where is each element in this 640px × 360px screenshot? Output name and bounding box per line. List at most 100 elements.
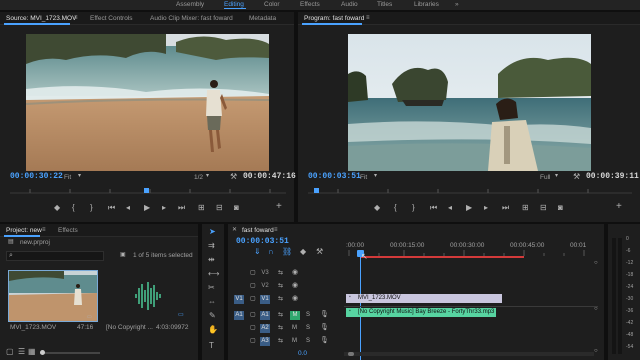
panel-menu-icon[interactable]: ≡ [74, 15, 78, 21]
program-timecode[interactable]: 00:00:03:51 [308, 172, 361, 181]
lock-icon[interactable]: ▢ [250, 270, 256, 276]
chevron-down-icon[interactable]: ▾ [374, 173, 377, 179]
step-back-icon[interactable]: ◂ [448, 204, 452, 212]
camera-icon[interactable]: ◙ [558, 204, 563, 212]
source-patch-a1[interactable]: A1 [234, 311, 244, 320]
mute-button[interactable]: M [292, 325, 297, 331]
workspace-color[interactable]: Color [264, 1, 280, 8]
lock-icon[interactable]: ▢ [6, 348, 14, 356]
workspace-titles[interactable]: Titles [377, 1, 392, 8]
horizontal-scrollbar[interactable] [344, 352, 594, 356]
audio-clip[interactable]: [No Copyright Music] Bay Breeze - FortyT… [346, 308, 496, 317]
wrench-icon[interactable]: ⚒ [316, 248, 323, 256]
close-icon[interactable]: ✕ [232, 227, 237, 233]
tab-metadata[interactable]: Metadata [249, 15, 276, 22]
scroll-handle-icon[interactable]: ○ [594, 348, 598, 354]
track-target-a3[interactable]: A3 [260, 337, 270, 346]
sync-lock-icon[interactable]: ⇆ [278, 270, 283, 276]
track-target-v2[interactable]: V2 [260, 282, 270, 291]
lock-icon[interactable]: ▢ [250, 312, 256, 318]
wrench-icon[interactable]: ⚒ [573, 173, 580, 181]
rate-stretch-tool-icon[interactable]: ⟷ [208, 270, 219, 278]
workspace-effects[interactable]: Effects [300, 1, 320, 8]
camera-icon[interactable]: ◙ [234, 204, 239, 212]
workspace-editing[interactable]: Editing [224, 1, 244, 8]
project-item-audio-thumbnail[interactable]: ▭ [106, 270, 192, 322]
video-clip[interactable]: MVI_1723.MOV [346, 294, 502, 303]
selection-tool-icon[interactable]: ➤ [209, 228, 216, 236]
source-patch-v1[interactable]: V1 [234, 295, 244, 304]
add-marker-icon[interactable]: ◆ [374, 204, 380, 212]
solo-button[interactable]: S [306, 312, 310, 318]
mark-in-icon[interactable]: { [72, 204, 75, 212]
mark-in-icon[interactable]: { [394, 204, 397, 212]
program-video-frame[interactable] [348, 34, 591, 171]
chevron-down-icon[interactable]: ▾ [555, 173, 558, 179]
add-marker-icon[interactable]: ◆ [54, 204, 60, 212]
scroll-handle-icon[interactable]: ○ [594, 260, 598, 266]
eye-icon[interactable]: ◉ [292, 269, 298, 276]
add-button-icon[interactable]: + [276, 202, 282, 212]
work-area-bar[interactable] [360, 256, 524, 258]
pen-tool-icon[interactable]: ✎ [209, 312, 216, 320]
workspace-audio[interactable]: Audio [341, 1, 358, 8]
hand-tool-icon[interactable]: ✋ [208, 326, 218, 334]
tab-audio-clip-mixer[interactable]: Audio Clip Mixer: fast foward [150, 15, 233, 22]
source-resolution-select[interactable]: 1/2 [194, 174, 203, 181]
chevron-down-icon[interactable]: ▾ [206, 173, 209, 179]
panel-menu-icon[interactable]: ≡ [42, 227, 46, 233]
project-search-input[interactable]: ⌕ [6, 251, 104, 261]
source-video-frame[interactable] [26, 34, 269, 171]
add-marker-icon[interactable]: ◆ [300, 248, 306, 256]
program-playhead[interactable] [314, 188, 319, 193]
extract-icon[interactable]: ⊟ [540, 204, 547, 212]
go-to-in-icon[interactable]: ⏮ [108, 204, 115, 212]
mute-button[interactable]: M [292, 338, 297, 344]
zoom-slider[interactable] [40, 352, 100, 354]
linked-selection-icon[interactable]: ⛓ [282, 248, 292, 256]
scroll-handle-icon[interactable]: ○ [594, 306, 598, 312]
step-forward-icon[interactable]: ▸ [484, 204, 488, 212]
add-button-icon[interactable]: + [616, 202, 622, 212]
sync-lock-icon[interactable]: ⇆ [278, 283, 283, 289]
program-resolution-select[interactable]: Full [540, 174, 550, 181]
lift-icon[interactable]: ⊞ [522, 204, 529, 212]
solo-button[interactable]: S [306, 325, 310, 331]
overwrite-icon[interactable]: ⊟ [216, 204, 223, 212]
insert-icon[interactable]: ⊞ [198, 204, 205, 212]
slip-tool-icon[interactable]: ⇔ [208, 298, 216, 306]
mute-button[interactable]: M [290, 311, 300, 320]
tab-sequence[interactable]: fast foward [242, 227, 274, 234]
sync-lock-icon[interactable]: ⇆ [278, 325, 283, 331]
source-timecode[interactable]: 00:00:30:22 [10, 172, 63, 181]
bin-icon[interactable]: ▣ [120, 252, 126, 258]
workspace-assembly[interactable]: Assembly [176, 1, 204, 8]
microphone-icon[interactable]: 🎙 [320, 311, 329, 318]
play-icon[interactable]: ▶ [144, 204, 150, 212]
step-forward-icon[interactable]: ▸ [162, 204, 166, 212]
sync-lock-icon[interactable]: ⇆ [278, 296, 283, 302]
list-view-icon[interactable]: ☰ [18, 348, 25, 356]
go-to-out-icon[interactable]: ⏭ [178, 204, 185, 212]
nest-toggle-icon[interactable]: ⇓ [254, 248, 261, 256]
tab-program[interactable]: Program: fast foward [304, 15, 364, 22]
lock-icon[interactable]: ▢ [250, 338, 256, 344]
project-item-video-thumbnail[interactable]: ▭ [8, 270, 98, 322]
master-volume-value[interactable]: 0.0 [298, 350, 307, 357]
source-playhead[interactable] [144, 188, 149, 193]
timeline-ruler[interactable]: :00:00 00:00:15:00 00:00:30:00 00:00:45:… [344, 240, 604, 262]
tab-project[interactable]: Project: new [6, 227, 42, 234]
zoom-slider-handle[interactable] [40, 350, 45, 355]
eye-icon[interactable]: ◉ [292, 295, 298, 302]
mark-out-icon[interactable]: } [412, 204, 415, 212]
snap-icon[interactable]: ∩ [268, 248, 274, 256]
ripple-edit-tool-icon[interactable]: ⇹ [208, 256, 215, 264]
panel-menu-icon[interactable]: ≡ [274, 227, 278, 233]
play-icon[interactable]: ▶ [466, 204, 472, 212]
eye-icon[interactable]: ◉ [292, 282, 298, 289]
go-to-out-icon[interactable]: ⏭ [502, 204, 509, 212]
step-back-icon[interactable]: ◂ [126, 204, 130, 212]
razor-tool-icon[interactable]: ✂ [208, 284, 215, 292]
panel-menu-icon[interactable]: ≡ [366, 15, 370, 21]
tab-effects[interactable]: Effects [58, 227, 78, 234]
